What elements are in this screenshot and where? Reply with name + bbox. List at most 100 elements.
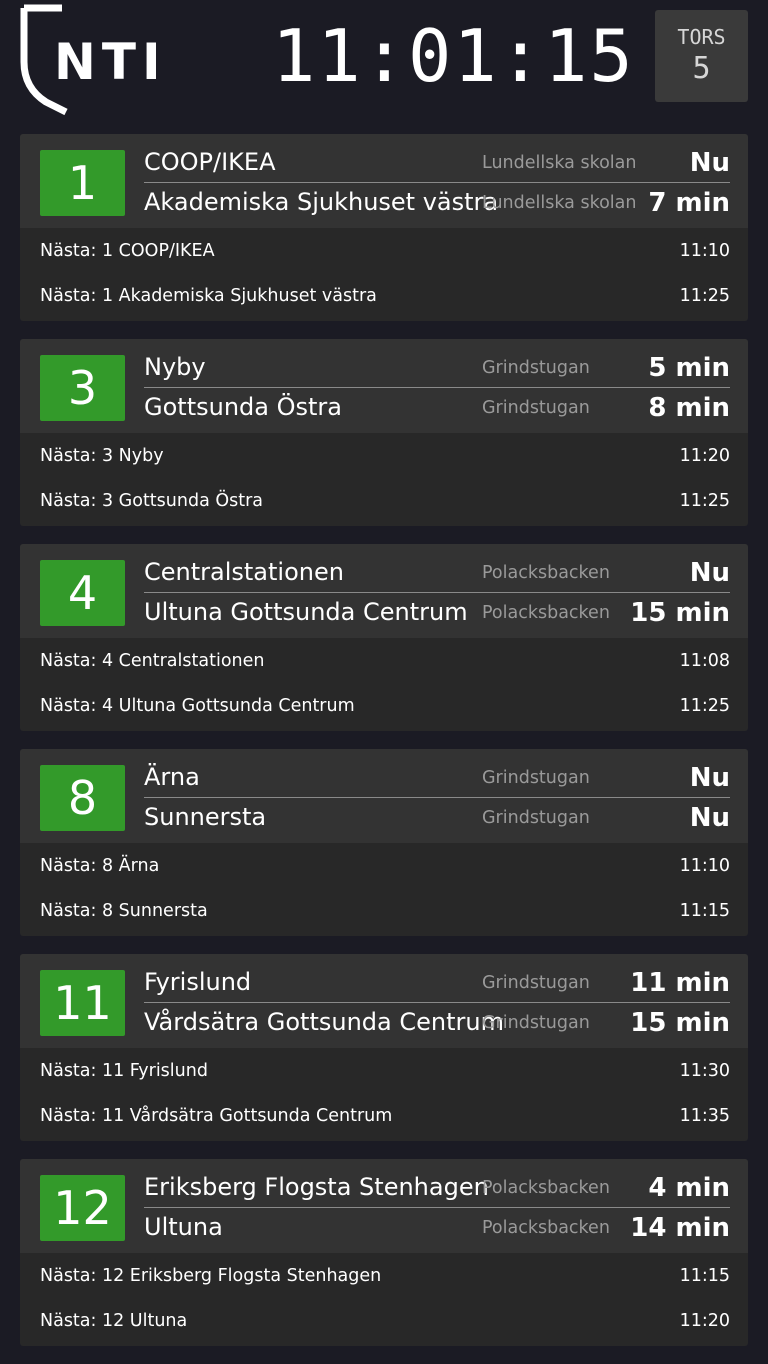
eta: Nu	[689, 148, 730, 178]
stop-name: Grindstugan	[482, 1013, 590, 1033]
next-departure-time: 11:25	[679, 286, 730, 306]
card-header: 4 Centralstationen Polacksbacken Nu Ultu…	[20, 544, 748, 638]
next-departure-time: 11:08	[679, 651, 730, 671]
departure-row: Sunnersta Grindstugan Nu	[144, 799, 730, 837]
next-departure-row: Nästa: 4 Ultuna Gottsunda Centrum 11:25	[20, 683, 748, 728]
next-departure-time: 11:15	[679, 1266, 730, 1286]
clock: 11:01:15	[272, 14, 635, 98]
stop-name: Lundellska skolan	[482, 193, 637, 213]
card-header: 1 COOP/IKEA Lundellska skolan Nu Akademi…	[20, 134, 748, 228]
line-card-11: 11 Fyrislund Grindstugan 11 min Vårdsätr…	[20, 954, 748, 1141]
next-departure-text: Nästa: 3 Gottsunda Östra	[40, 491, 264, 511]
next-departure-row: Nästa: 11 Vårdsätra Gottsunda Centrum 11…	[20, 1093, 748, 1138]
eta: 7 min	[648, 188, 730, 218]
stop-name: Grindstugan	[482, 808, 590, 828]
card-header: 3 Nyby Grindstugan 5 min Gottsunda Östra…	[20, 339, 748, 433]
next-departure-text: Nästa: 4 Ultuna Gottsunda Centrum	[40, 696, 355, 716]
eta: 14 min	[630, 1213, 730, 1243]
logo-text: NTI	[54, 33, 167, 91]
eta: 11 min	[630, 968, 730, 998]
next-departure-row: Nästa: 3 Nyby 11:20	[20, 433, 748, 478]
line-card-4: 4 Centralstationen Polacksbacken Nu Ultu…	[20, 544, 748, 731]
next-departure-time: 11:30	[679, 1061, 730, 1081]
next-departure-row: Nästa: 11 Fyrislund 11:30	[20, 1048, 748, 1093]
next-departure-row: Nästa: 4 Centralstationen 11:08	[20, 638, 748, 683]
eta: 5 min	[648, 353, 730, 383]
next-departure-row: Nästa: 8 Ärna 11:10	[20, 843, 748, 888]
next-departure-row: Nästa: 3 Gottsunda Östra 11:25	[20, 478, 748, 523]
next-departure-text: Nästa: 11 Fyrislund	[40, 1061, 208, 1081]
destination: Nyby	[144, 353, 206, 381]
destination: Vårdsätra Gottsunda Centrum	[144, 1008, 504, 1036]
next-departure-time: 11:20	[679, 1311, 730, 1331]
next-departure-text: Nästa: 11 Vårdsätra Gottsunda Centrum	[40, 1106, 393, 1126]
line-badge: 3	[40, 355, 125, 421]
next-departure-time: 11:20	[679, 446, 730, 466]
line-card-8: 8 Ärna Grindstugan Nu Sunnersta Grindstu…	[20, 749, 748, 936]
destination: Centralstationen	[144, 558, 344, 586]
next-departure-text: Nästa: 8 Sunnersta	[40, 901, 208, 921]
eta: 15 min	[630, 1008, 730, 1038]
next-departure-text: Nästa: 12 Eriksberg Flogsta Stenhagen	[40, 1266, 382, 1286]
departure-row: Ärna Grindstugan Nu	[144, 759, 730, 798]
day-name: TORS	[677, 25, 726, 49]
stop-name: Grindstugan	[482, 398, 590, 418]
next-departure-time: 11:15	[679, 901, 730, 921]
card-header: 8 Ärna Grindstugan Nu Sunnersta Grindstu…	[20, 749, 748, 843]
date-box: TORS 5	[655, 10, 748, 102]
departure-row: Gottsunda Östra Grindstugan 8 min	[144, 389, 730, 427]
stop-name: Grindstugan	[482, 973, 590, 993]
destination: Ultuna Gottsunda Centrum	[144, 598, 468, 626]
departure-row: Eriksberg Flogsta Stenhagen Polacksbacke…	[144, 1169, 730, 1208]
next-departure-text: Nästa: 1 Akademiska Sjukhuset västra	[40, 286, 377, 306]
next-departure-text: Nästa: 1 COOP/IKEA	[40, 241, 215, 261]
stop-name: Grindstugan	[482, 768, 590, 788]
departure-row: Centralstationen Polacksbacken Nu	[144, 554, 730, 593]
destination: Ultuna	[144, 1213, 223, 1241]
line-card-3: 3 Nyby Grindstugan 5 min Gottsunda Östra…	[20, 339, 748, 526]
departure-row: Akademiska Sjukhuset västra Lundellska s…	[144, 184, 730, 222]
next-departure-row: Nästa: 12 Ultuna 11:20	[20, 1298, 748, 1343]
next-departure-row: Nästa: 12 Eriksberg Flogsta Stenhagen 11…	[20, 1253, 748, 1298]
stop-name: Polacksbacken	[482, 1218, 610, 1238]
next-departure-row: Nästa: 8 Sunnersta 11:15	[20, 888, 748, 933]
destination: COOP/IKEA	[144, 148, 276, 176]
eta: Nu	[689, 558, 730, 588]
line-badge: 8	[40, 765, 125, 831]
line-badge: 4	[40, 560, 125, 626]
eta: 8 min	[648, 393, 730, 423]
line-card-12: 12 Eriksberg Flogsta Stenhagen Polacksba…	[20, 1159, 748, 1346]
line-badge: 11	[40, 970, 125, 1036]
next-departure-text: Nästa: 4 Centralstationen	[40, 651, 265, 671]
header: NTI 11:01:15 TORS 5	[0, 0, 768, 134]
next-departure-text: Nästa: 8 Ärna	[40, 856, 160, 876]
next-departure-text: Nästa: 3 Nyby	[40, 446, 164, 466]
card-header: 11 Fyrislund Grindstugan 11 min Vårdsätr…	[20, 954, 748, 1048]
eta: Nu	[689, 763, 730, 793]
eta: 4 min	[648, 1173, 730, 1203]
next-departure-time: 11:25	[679, 491, 730, 511]
stop-name: Polacksbacken	[482, 563, 610, 583]
next-departure-time: 11:10	[679, 241, 730, 261]
stop-name: Grindstugan	[482, 358, 590, 378]
next-departure-row: Nästa: 1 COOP/IKEA 11:10	[20, 228, 748, 273]
nti-logo: NTI	[18, 4, 161, 116]
day-number: 5	[692, 51, 711, 86]
card-header: 12 Eriksberg Flogsta Stenhagen Polacksba…	[20, 1159, 748, 1253]
line-badge: 12	[40, 1175, 125, 1241]
stop-name: Lundellska skolan	[482, 153, 637, 173]
next-departure-text: Nästa: 12 Ultuna	[40, 1311, 188, 1331]
next-departure-time: 11:35	[679, 1106, 730, 1126]
stop-name: Polacksbacken	[482, 1178, 610, 1198]
destination: Eriksberg Flogsta Stenhagen	[144, 1173, 489, 1201]
departure-row: Ultuna Polacksbacken 14 min	[144, 1209, 730, 1247]
stop-name: Polacksbacken	[482, 603, 610, 623]
destination: Gottsunda Östra	[144, 393, 342, 421]
next-departure-row: Nästa: 1 Akademiska Sjukhuset västra 11:…	[20, 273, 748, 318]
destination: Sunnersta	[144, 803, 267, 831]
destination: Ärna	[144, 763, 200, 791]
destination: Akademiska Sjukhuset västra	[144, 188, 499, 216]
departure-row: Nyby Grindstugan 5 min	[144, 349, 730, 388]
departure-row: Ultuna Gottsunda Centrum Polacksbacken 1…	[144, 594, 730, 632]
departure-list: 1 COOP/IKEA Lundellska skolan Nu Akademi…	[20, 134, 748, 1364]
